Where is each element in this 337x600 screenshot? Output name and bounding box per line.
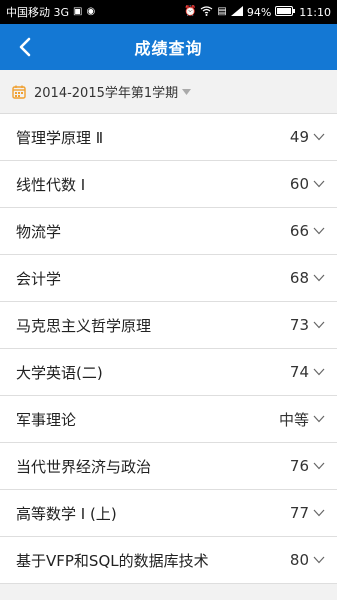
course-name: 马克思主义哲学原理 (16, 316, 152, 335)
course-row[interactable]: 物流学 66 (0, 208, 337, 255)
course-row[interactable]: 马克思主义哲学原理 73 (0, 302, 337, 349)
chevron-down-icon (313, 180, 325, 188)
course-score: 60 (289, 175, 309, 193)
back-button[interactable] (10, 24, 40, 70)
course-score: 76 (289, 457, 309, 475)
app-header: 成绩查询 (0, 24, 337, 70)
course-name: 物流学 (16, 222, 62, 241)
chevron-down-icon (313, 415, 325, 423)
chevron-down-icon (313, 133, 325, 141)
course-score: 74 (289, 363, 309, 381)
alarm-icon: ⏰ (183, 6, 197, 17)
battery-percentage: 94% (246, 5, 272, 19)
wifi-icon (200, 5, 213, 19)
status-bar: 中国移动 3G ▣ ◉ ⏰ ▤ 94% 11:10 (0, 0, 337, 24)
course-score: 68 (289, 269, 309, 287)
clock: 11:10 (299, 5, 331, 19)
course-row[interactable]: 线性代数 Ⅰ 60 (0, 161, 337, 208)
course-row[interactable]: 大学英语(二) 74 (0, 349, 337, 396)
page-title: 成绩查询 (134, 39, 203, 58)
course-name: 管理学原理 Ⅱ (16, 128, 104, 147)
course-name: 线性代数 Ⅰ (16, 175, 86, 194)
chevron-down-icon (313, 509, 325, 517)
battery-icon (275, 5, 296, 19)
calendar-icon (12, 85, 26, 99)
course-score: 66 (289, 222, 309, 240)
course-row[interactable]: 会计学 68 (0, 255, 337, 302)
semester-label: 2014-2015学年第1学期 (34, 86, 179, 101)
image-icon: ▣ (73, 6, 83, 17)
chevron-down-icon (313, 321, 325, 329)
course-name: 大学英语(二) (16, 363, 103, 382)
course-score: 49 (289, 128, 309, 146)
chevron-down-icon (313, 462, 325, 470)
course-name: 军事理论 (16, 410, 77, 429)
course-row[interactable]: 基于VFP和SQL的数据库技术 80 (0, 537, 337, 584)
course-score: 中等 (278, 410, 309, 429)
course-list: 管理学原理 Ⅱ 49 线性代数 Ⅰ 60 物流学 66 会计学 68 马克思主义… (0, 114, 337, 584)
course-score: 73 (289, 316, 309, 334)
sim-icon: ▤ (217, 6, 227, 17)
course-score: 80 (289, 551, 309, 569)
course-name: 高等数学 Ⅰ (上) (16, 504, 117, 523)
caret-down-icon (182, 88, 192, 95)
chevron-down-icon (313, 274, 325, 282)
course-row[interactable]: 军事理论 中等 (0, 396, 337, 443)
notification-icon: ◉ (86, 6, 96, 17)
chevron-down-icon (313, 556, 325, 564)
course-name: 基于VFP和SQL的数据库技术 (16, 551, 209, 570)
course-name: 当代世界经济与政治 (16, 457, 152, 476)
course-row[interactable]: 当代世界经济与政治 76 (0, 443, 337, 490)
course-row[interactable]: 高等数学 Ⅰ (上) 77 (0, 490, 337, 537)
course-row[interactable]: 管理学原理 Ⅱ 49 (0, 114, 337, 161)
course-score: 77 (289, 504, 309, 522)
carrier-label: 中国移动 3G (6, 6, 70, 19)
chevron-left-icon (19, 37, 31, 57)
signal-icon (230, 5, 243, 19)
chevron-down-icon (313, 368, 325, 376)
course-name: 会计学 (16, 269, 62, 288)
semester-selector[interactable]: 2014-2015学年第1学期 (0, 70, 337, 114)
chevron-down-icon (313, 227, 325, 235)
